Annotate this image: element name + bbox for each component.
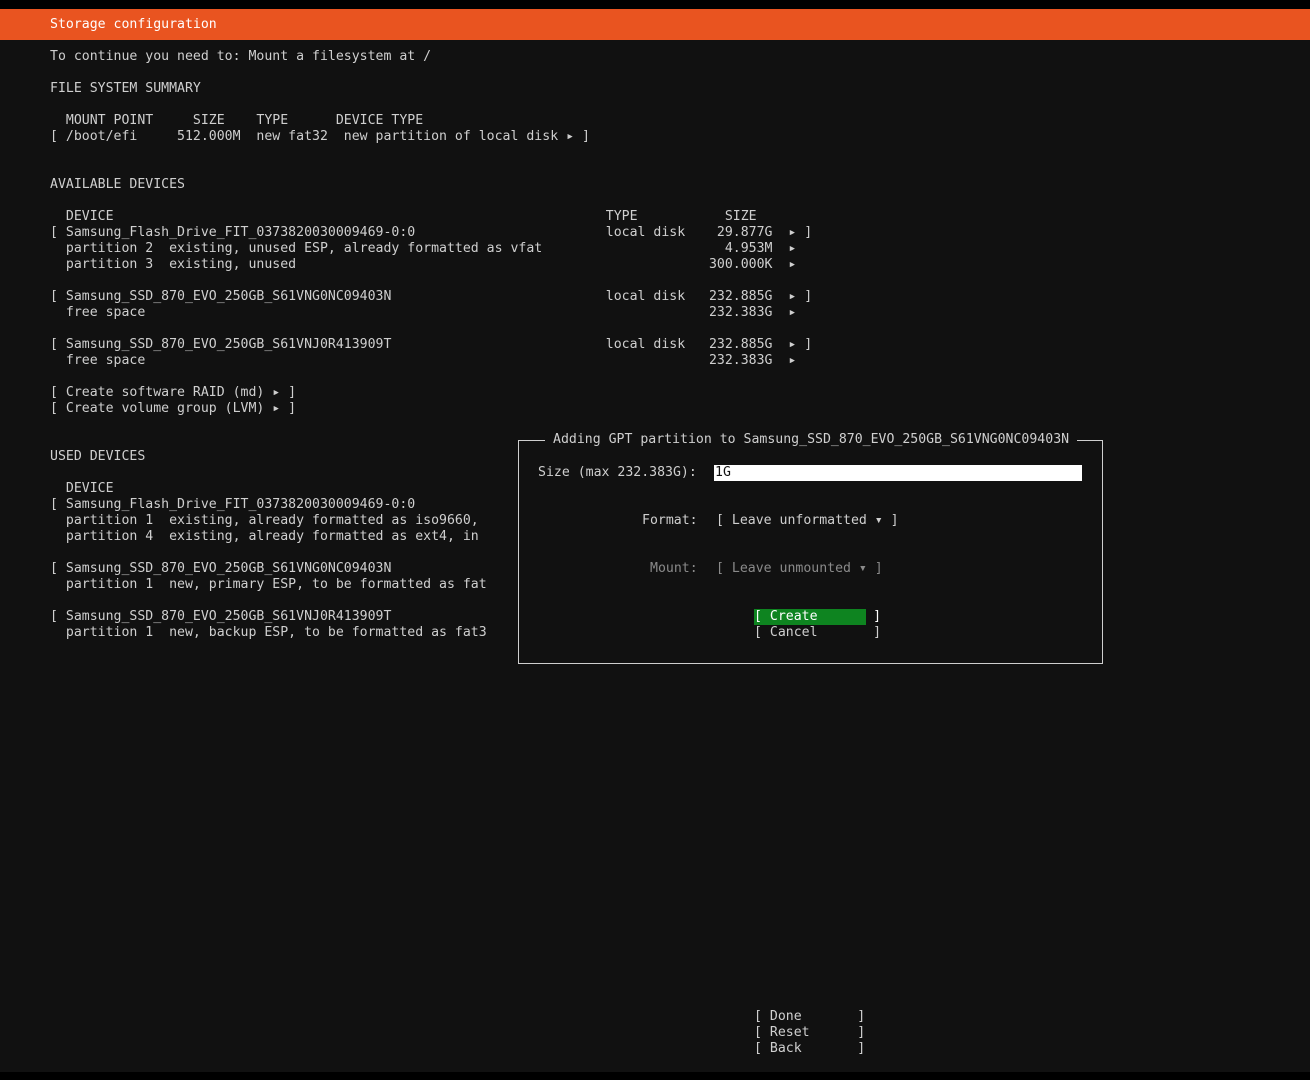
used-partition-row-flash-p1: partition 1 existing, already formatted … [50, 513, 479, 528]
format-select[interactable]: [ Leave unformatted ▾ ] [716, 513, 899, 529]
create-raid-button[interactable]: [ Create software RAID (md) ▸ ] [50, 385, 296, 401]
used-device-row-ssd-1[interactable]: [ Samsung_SSD_870_EVO_250GB_S61VNG0NC094… [50, 561, 391, 577]
available-devices-heading: AVAILABLE DEVICES [50, 177, 185, 192]
reset-button[interactable]: [ Reset ] [754, 1025, 865, 1041]
partition-row-flash-p2[interactable]: partition 2 existing, unused ESP, alread… [50, 241, 796, 257]
fs-summary-columns: MOUNT POINT SIZE TYPE DEVICE TYPE [50, 113, 424, 128]
used-device-row-flash-drive[interactable]: [ Samsung_Flash_Drive_FIT_03738200300094… [50, 497, 415, 513]
mount-label: Mount: [650, 561, 698, 576]
used-partition-row-flash-p4: partition 4 existing, already formatted … [50, 529, 479, 544]
fs-row-boot-efi[interactable]: [ /boot/efi 512.000M new fat32 new parti… [50, 129, 590, 145]
done-button[interactable]: [ Done ] [754, 1009, 865, 1025]
size-input[interactable] [714, 465, 1082, 481]
page-title: Storage configuration [50, 17, 217, 32]
used-devices-heading: USED DEVICES [50, 449, 146, 464]
format-label: Format: [642, 513, 698, 528]
device-row-ssd-2[interactable]: [ Samsung_SSD_870_EVO_250GB_S61VNJ0R4139… [50, 337, 812, 353]
device-row-ssd-1[interactable]: [ Samsung_SSD_870_EVO_250GB_S61VNG0NC094… [50, 289, 812, 305]
bottom-strip [0, 1072, 1310, 1080]
free-space-row-ssd-2[interactable]: free space 232.383G ▸ [50, 353, 796, 369]
used-devices-columns: DEVICE [50, 481, 114, 496]
fs-summary-heading: FILE SYSTEM SUMMARY [50, 81, 201, 96]
mount-select[interactable]: [ Leave unmounted ▾ ] [716, 561, 883, 577]
used-partition-row-ssd-2-p1: partition 1 new, backup ESP, to be forma… [50, 625, 487, 640]
back-button[interactable]: [ Back ] [754, 1041, 865, 1057]
guidance-text: To continue you need to: Mount a filesys… [50, 49, 432, 64]
header-bar: Storage configuration [0, 9, 1310, 40]
top-strip [0, 0, 1310, 9]
available-devices-columns: DEVICE TYPE SIZE [50, 209, 757, 224]
free-space-row-ssd-1[interactable]: free space 232.383G ▸ [50, 305, 796, 321]
dialog-title: Adding GPT partition to Samsung_SSD_870_… [545, 432, 1078, 448]
cancel-button[interactable]: [ Cancel ] [754, 625, 881, 641]
used-partition-row-ssd-1-p1: partition 1 new, primary ESP, to be form… [50, 577, 487, 592]
add-partition-dialog: Adding GPT partition to Samsung_SSD_870_… [518, 432, 1103, 664]
device-row-flash-drive[interactable]: [ Samsung_Flash_Drive_FIT_03738200300094… [50, 225, 812, 241]
used-device-row-ssd-2[interactable]: [ Samsung_SSD_870_EVO_250GB_S61VNJ0R4139… [50, 609, 391, 625]
partition-row-flash-p3[interactable]: partition 3 existing, unused 300.000K ▸ [50, 257, 796, 273]
size-label: Size (max 232.383G): [538, 465, 697, 480]
create-button[interactable]: [ Create ] [754, 609, 881, 625]
create-lvm-button[interactable]: [ Create volume group (LVM) ▸ ] [50, 401, 296, 417]
